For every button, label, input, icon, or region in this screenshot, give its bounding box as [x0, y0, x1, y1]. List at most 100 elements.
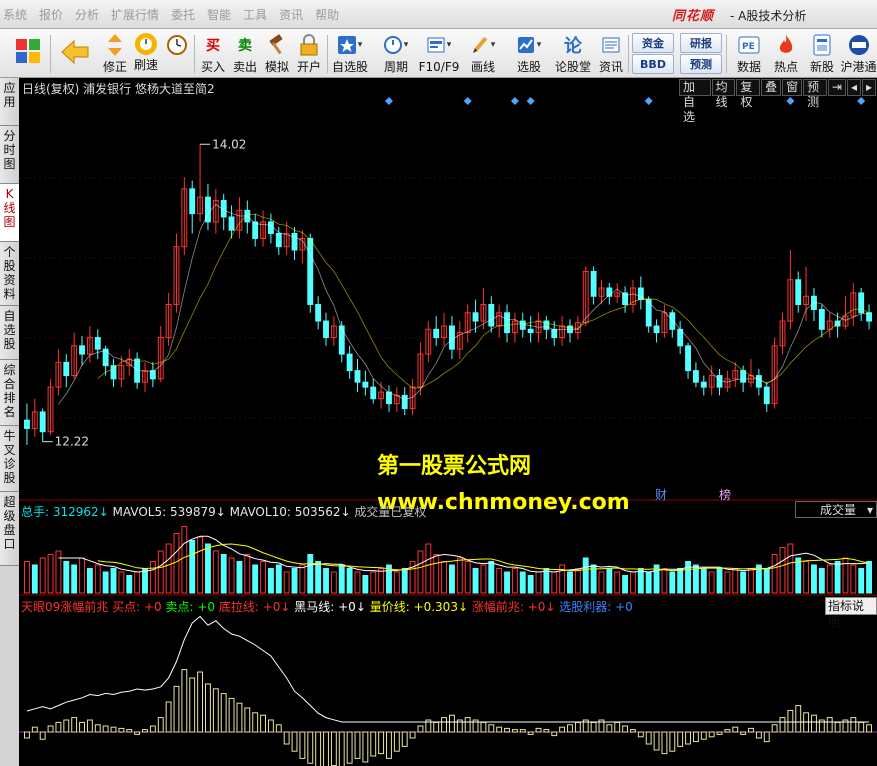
sell-button[interactable]: 卖 卖出 — [230, 31, 260, 75]
research-button[interactable]: 研报 — [680, 33, 722, 53]
forum-button[interactable]: 论 论股堂 — [553, 31, 593, 75]
news-button[interactable]: 资讯 — [596, 31, 626, 75]
jump-end-icon[interactable]: ⇥ — [827, 79, 846, 96]
overlay-button[interactable]: 叠 — [761, 79, 782, 96]
side-tab-profile[interactable]: 个股资料 — [0, 242, 19, 306]
chart-area[interactable]: 14.02 12.22 日线(复权) 浦发银行 悠杨大道至简2 加自选 均线 复权… — [19, 78, 877, 766]
hot-button[interactable]: 热点 — [769, 31, 803, 75]
open-account-button[interactable]: 开户 — [294, 31, 324, 75]
side-tab-diagnosis[interactable]: 牛叉诊股 — [0, 426, 19, 492]
side-tab-kline[interactable]: K线图 — [0, 184, 19, 242]
hammer-icon — [264, 33, 290, 57]
window-button[interactable]: 窗 — [782, 79, 803, 96]
clock-button[interactable]: 刷速 — [162, 31, 192, 75]
forecast-chart-button[interactable]: 预测 — [803, 79, 827, 109]
buy-button[interactable]: 买 买入 — [198, 31, 228, 75]
kline-chart-svg[interactable]: 14.02 12.22 — [19, 78, 877, 766]
high-price-label: 14.02 — [212, 137, 246, 151]
side-tab-apps[interactable]: 应用 — [0, 78, 19, 126]
event-ranking-badge[interactable]: 榜 — [719, 486, 731, 503]
candle-body — [362, 381, 369, 388]
indicator-select-volume[interactable]: 成交量 ▾ — [795, 501, 877, 518]
simulate-button[interactable]: 模拟 — [262, 31, 292, 75]
volume-bar — [173, 533, 180, 594]
side-tab-watchlist[interactable]: 自选股 — [0, 306, 19, 360]
chart-header: 日线(复权) 浦发银行 悠杨大道至简2 — [22, 82, 215, 96]
menu-trade[interactable]: 委托 — [171, 6, 195, 23]
side-tab-intraday[interactable]: 分时图 — [0, 126, 19, 184]
indicator-bar — [677, 731, 684, 747]
event-finance-text: 财 — [655, 488, 668, 502]
speed-button[interactable]: 刷速 — [131, 31, 161, 75]
add-watchlist-button[interactable]: 加自选 — [679, 79, 711, 124]
volume-bar — [86, 568, 93, 594]
side-tab-bar: 应用 分时图 K线图 个股资料 自选股 综合排名 牛叉诊股 超级盘口 — [0, 78, 19, 766]
menu-extended[interactable]: 扩展行情 — [111, 6, 159, 23]
indicator-bar — [850, 717, 857, 733]
volume-bar — [472, 568, 479, 594]
candle-body — [818, 308, 825, 330]
indicator-bar — [527, 731, 534, 735]
chart-button-group: 加自选 均线 复权 叠 窗 预测 ⇥ ◂ ▸ — [679, 79, 877, 124]
menu-analysis[interactable]: 分析 — [75, 6, 99, 23]
indicator-bar — [283, 731, 290, 745]
event-ranking-text: 榜 — [719, 488, 732, 502]
volume-bar — [220, 554, 227, 594]
volume-bar — [858, 568, 865, 594]
indicator-bar — [126, 729, 133, 733]
adjust-button[interactable]: 复权 — [736, 79, 761, 109]
volume-bar — [622, 575, 629, 594]
volume-bar — [79, 557, 85, 594]
indicator-bar — [401, 731, 408, 747]
menu-quote[interactable]: 报价 — [39, 6, 63, 23]
menu-system[interactable]: 系统 — [3, 6, 27, 23]
period-button[interactable]: 周期 — [376, 31, 416, 75]
volume-bar — [252, 564, 259, 594]
f10-button[interactable]: F10/F9 — [418, 31, 460, 75]
indicator-bar — [110, 726, 117, 733]
scroll-left-icon[interactable]: ◂ — [846, 79, 861, 96]
volume-total: 总手: 312962↓ — [21, 505, 109, 519]
volume-bar — [716, 568, 723, 594]
event-finance-badge[interactable]: 财 — [655, 486, 667, 503]
bbd-button[interactable]: BBD — [632, 54, 674, 74]
correct-label: 修正 — [102, 60, 127, 74]
menu-help[interactable]: 帮助 — [315, 6, 339, 23]
moving-average-button[interactable]: 均线 — [711, 79, 736, 109]
ind-sell: 卖点: +0 — [161, 600, 216, 614]
back-button[interactable] — [56, 31, 94, 75]
indicator-bar — [386, 731, 392, 759]
candle-body — [354, 370, 361, 383]
menu-tools[interactable]: 工具 — [243, 6, 267, 23]
ipo-button[interactable]: 新股 — [805, 31, 839, 75]
side-tab-ranking[interactable]: 综合排名 — [0, 360, 19, 426]
side-tab-orderbook[interactable]: 超级盘口 — [0, 492, 19, 566]
indicator-bar — [567, 724, 573, 733]
indicator-bar — [71, 717, 78, 733]
candle-body — [323, 320, 329, 339]
indicator-bar — [614, 721, 621, 733]
indicator-bar — [299, 731, 306, 759]
forecast-button[interactable]: 预测 — [680, 54, 722, 74]
indicator-bar — [519, 729, 526, 733]
volume-bar — [582, 557, 589, 594]
stock-picker-button[interactable]: 选股 — [509, 31, 549, 75]
hk-connect-button[interactable]: 沪港通 — [840, 31, 877, 75]
watchlist-button[interactable]: 自选股 — [330, 31, 370, 75]
layout-button[interactable] — [8, 31, 48, 75]
fund-button[interactable]: 资金 — [632, 33, 674, 53]
scroll-right-icon[interactable]: ▸ — [861, 79, 877, 96]
indicator-help-button[interactable]: 指标说明 — [825, 597, 877, 629]
correct-button[interactable]: 修正 — [100, 31, 130, 75]
draw-line-button[interactable]: 画线 — [463, 31, 503, 75]
open-account-label: 开户 — [296, 60, 321, 74]
menu-smart[interactable]: 智能 — [207, 6, 231, 23]
volume-bar — [496, 568, 503, 594]
data-button[interactable]: PE 数据 — [732, 31, 766, 75]
indicator-bar — [338, 731, 345, 766]
ind-name: 天眼09涨幅前兆 — [21, 600, 109, 614]
menu-news[interactable]: 资讯 — [279, 6, 303, 23]
star-list-icon — [335, 33, 365, 57]
indicator-bar — [315, 731, 322, 766]
svg-text:PE: PE — [742, 42, 755, 52]
